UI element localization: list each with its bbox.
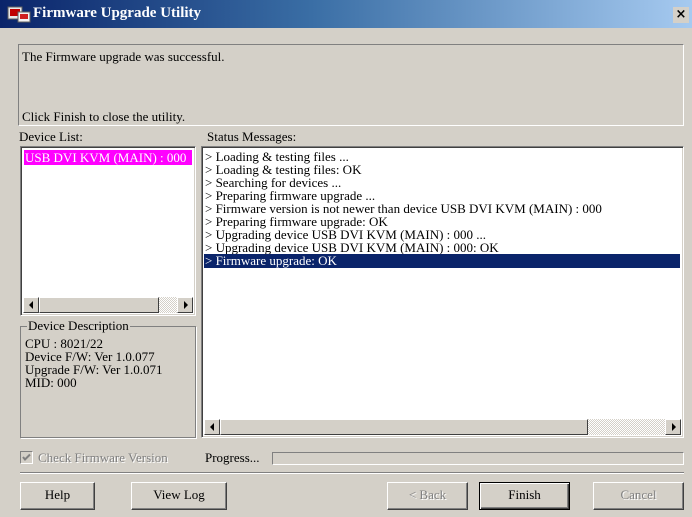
arrow-right-icon	[184, 301, 188, 309]
arrow-left-icon	[29, 301, 33, 309]
scroll-thumb[interactable]	[39, 297, 159, 313]
device-list-label: Device List:	[19, 129, 83, 144]
info-panel: The Firmware upgrade was successful. Cli…	[18, 44, 684, 126]
scroll-thumb[interactable]	[220, 419, 588, 435]
status-messages-list[interactable]: > Loading & testing files ... > Loading …	[201, 146, 684, 438]
checkmark-icon	[22, 453, 31, 461]
help-button[interactable]: Help	[20, 482, 95, 510]
progress-bar	[272, 452, 684, 465]
device-description-title: Device Description	[27, 318, 130, 334]
back-button[interactable]: < Back	[387, 482, 468, 510]
device-description-group: Device Description CPU : 8021/22 Device …	[20, 318, 196, 438]
close-button[interactable]: ×	[673, 7, 689, 23]
finish-button[interactable]: Finish	[479, 482, 570, 510]
arrow-left-icon	[210, 423, 214, 431]
title-bar[interactable]: Firmware Upgrade Utility ×	[0, 0, 692, 28]
finish-instruction: Click Finish to close the utility.	[22, 109, 186, 124]
scroll-left-button[interactable]	[23, 297, 39, 313]
window-title: Firmware Upgrade Utility	[33, 5, 202, 21]
status-hscrollbar[interactable]	[204, 419, 681, 435]
cancel-button[interactable]: Cancel	[593, 482, 684, 510]
success-message: The Firmware upgrade was successful.	[22, 49, 225, 64]
device-list[interactable]: USB DVI KVM (MAIN) : 000	[20, 146, 196, 316]
check-firmware-checkbox[interactable]	[20, 451, 33, 464]
status-messages-label: Status Messages:	[207, 129, 297, 144]
scroll-right-button[interactable]	[665, 419, 681, 435]
device-list-hscrollbar[interactable]	[23, 297, 193, 313]
close-icon: ×	[675, 7, 687, 22]
scroll-right-button[interactable]	[177, 297, 193, 313]
firmware-upgrade-window: Firmware Upgrade Utility × The Firmware …	[0, 0, 692, 517]
view-log-button[interactable]: View Log	[131, 482, 227, 510]
footer-separator	[20, 472, 684, 474]
status-message-selected[interactable]: > Firmware upgrade: OK	[204, 254, 680, 268]
firmware-app-icon	[7, 6, 31, 23]
mid-info: MID: 000	[25, 375, 77, 390]
device-list-item[interactable]: USB DVI KVM (MAIN) : 000	[24, 150, 192, 165]
check-firmware-label: Check Firmware Version	[38, 450, 168, 465]
scroll-left-button[interactable]	[204, 419, 220, 435]
progress-label: Progress...	[205, 450, 260, 465]
arrow-right-icon	[672, 423, 676, 431]
